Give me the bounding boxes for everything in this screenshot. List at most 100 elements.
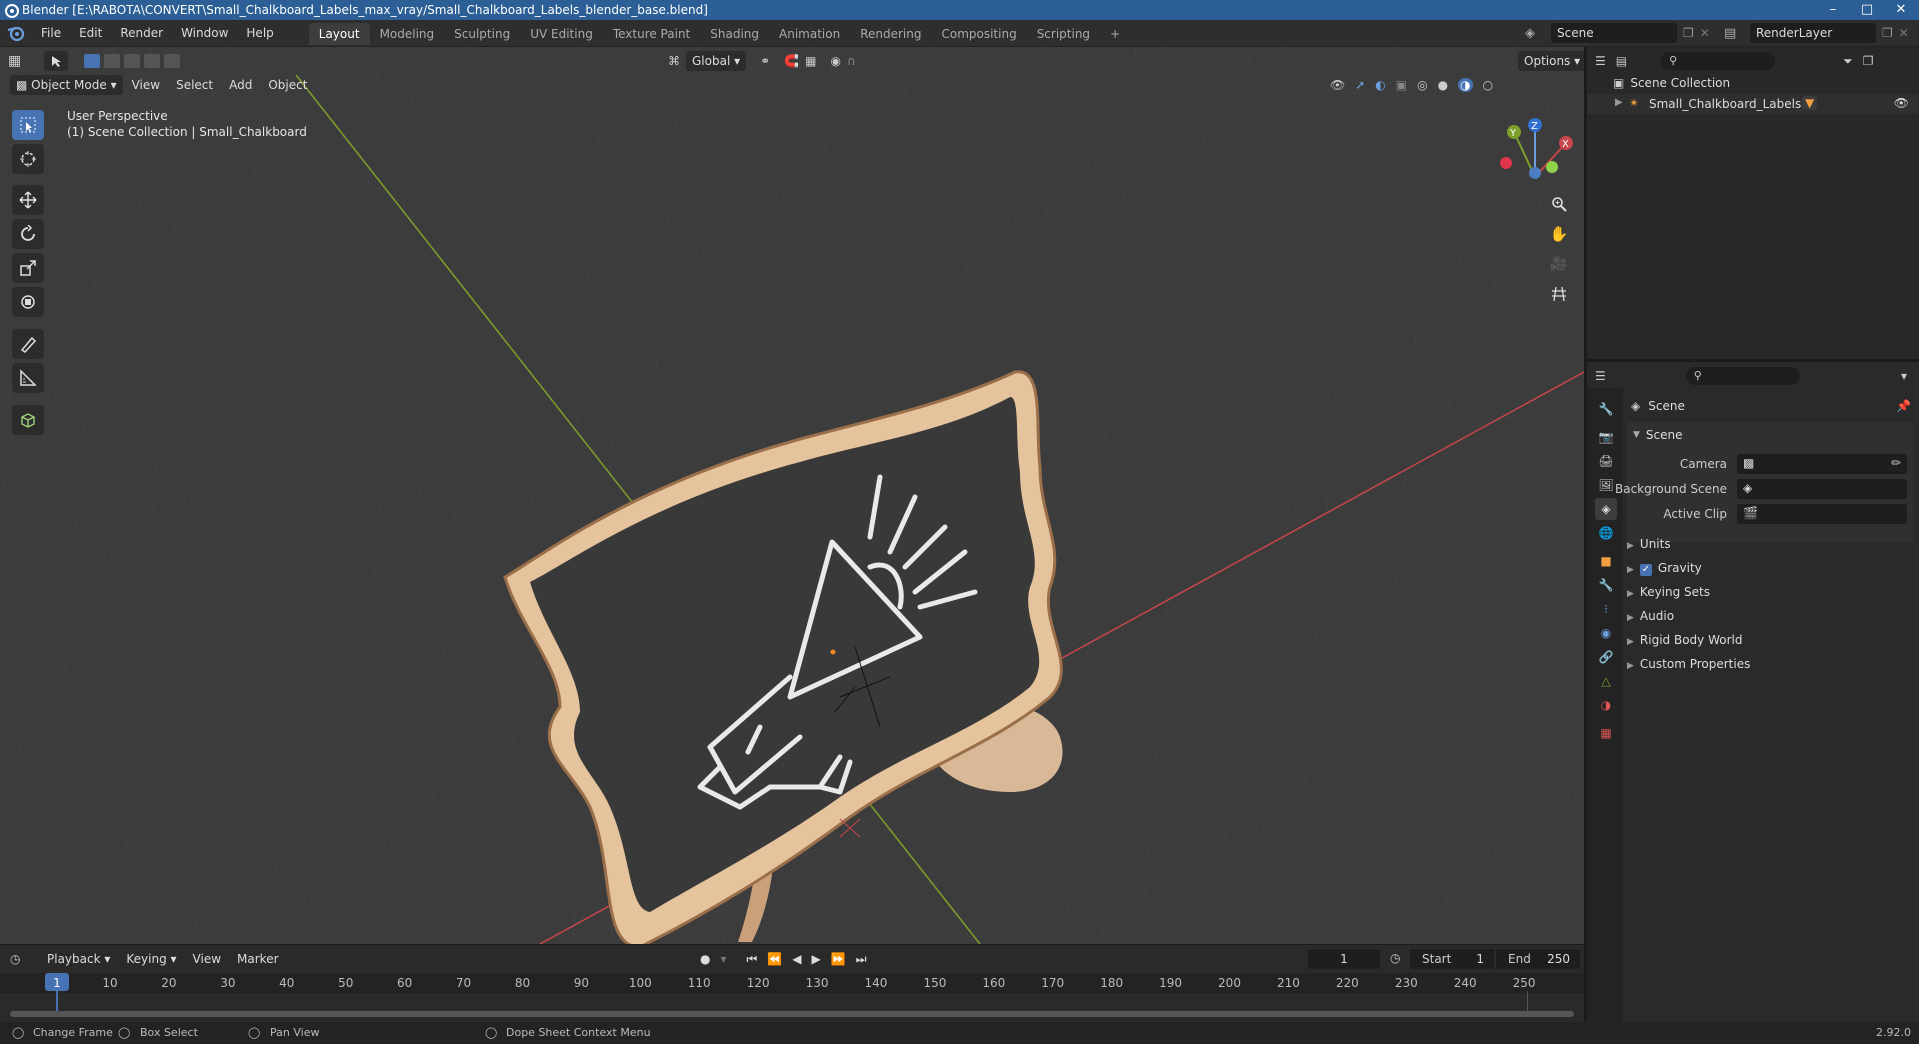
menu-select[interactable]: Select xyxy=(169,75,220,95)
xray-icon[interactable]: ▣ xyxy=(1396,78,1407,92)
outliner-row[interactable]: ▶ ✴ Small_Chalkboard_Labels ▼ 👁 xyxy=(1587,94,1919,114)
minimize-button[interactable]: – xyxy=(1818,0,1848,20)
menu-help[interactable]: Help xyxy=(237,20,282,46)
tab-output[interactable]: 🖨 xyxy=(1595,450,1617,472)
timeline-scrollbar[interactable] xyxy=(10,1011,1574,1017)
tab-world[interactable]: 🌐 xyxy=(1595,522,1617,544)
menu-view[interactable]: View xyxy=(125,75,167,95)
play-reverse-icon[interactable]: ◀ xyxy=(792,952,801,966)
overlay-toggle-icon[interactable]: ◐ xyxy=(1375,78,1385,92)
menu-marker[interactable]: Marker xyxy=(230,949,285,969)
background-scene-field[interactable]: ◈ xyxy=(1737,479,1907,499)
audio-panel[interactable]: ▶ Audio xyxy=(1627,609,1674,623)
tab-animation[interactable]: Animation xyxy=(769,23,850,45)
mode-subtract-icon[interactable] xyxy=(124,54,140,68)
menu-object[interactable]: Object xyxy=(261,75,314,95)
menu-timeline-view[interactable]: View xyxy=(186,949,228,969)
properties-options-icon[interactable]: ▾ xyxy=(1901,369,1907,383)
menu-keying[interactable]: Keying ▾ xyxy=(119,949,183,969)
tab-material[interactable]: ◑ xyxy=(1595,694,1617,716)
scene-name-field[interactable]: Scene xyxy=(1551,23,1677,43)
outliner-editor-type-icon[interactable]: ☰ xyxy=(1595,54,1606,68)
rendered-shading-icon[interactable]: ○ xyxy=(1483,78,1493,92)
expand-arrow-icon[interactable]: ▶ xyxy=(1615,97,1623,108)
mode-invert-icon[interactable] xyxy=(144,54,160,68)
pivot-point-icon[interactable]: ⚭ xyxy=(760,54,770,68)
camera-field[interactable]: ▩ ✏ xyxy=(1737,454,1907,474)
timeline-editor-type-icon[interactable]: ◷ xyxy=(10,952,38,966)
tab-shading[interactable]: Shading xyxy=(700,23,769,45)
render-layer-field[interactable]: RenderLayer xyxy=(1750,23,1876,43)
solid-shading-icon[interactable]: ● xyxy=(1438,78,1448,92)
add-cube-tool[interactable] xyxy=(12,405,44,435)
tab-rendering[interactable]: Rendering xyxy=(850,23,931,45)
tab-view-layer[interactable]: 🖼 xyxy=(1595,474,1617,496)
gravity-checkbox[interactable]: ✓ xyxy=(1639,564,1652,576)
rotate-tool[interactable] xyxy=(12,219,44,249)
tab-constraints[interactable]: 🔗 xyxy=(1595,646,1617,668)
display-mode-icon[interactable]: ▤ xyxy=(1616,54,1627,68)
pin-icon[interactable]: 📌 xyxy=(1896,399,1911,413)
menu-playback[interactable]: Playback ▾ xyxy=(40,949,117,969)
maximize-button[interactable]: □ xyxy=(1852,0,1882,20)
add-workspace-button[interactable]: + xyxy=(1100,23,1130,45)
custom-properties-panel[interactable]: ▶ Custom Properties xyxy=(1627,657,1750,671)
auto-key-options-icon[interactable]: ▾ xyxy=(720,952,726,966)
scene-selector[interactable]: ◈ Scene ❐ ✕ xyxy=(1525,23,1710,43)
select-box-tool[interactable] xyxy=(12,110,44,140)
falloff-icon[interactable]: ∩ xyxy=(847,54,856,68)
start-frame-field[interactable]: Start 1 xyxy=(1410,949,1494,969)
units-panel[interactable]: ▶ Units xyxy=(1627,537,1671,551)
measure-tool[interactable] xyxy=(12,363,44,393)
current-frame-field[interactable]: 1 xyxy=(1308,949,1380,969)
outliner-editor[interactable]: ☰ ▤ ⚲ ⏷ ❐ ▣ Scene Collection ▶ ✴ Small_C… xyxy=(1587,47,1919,359)
object-data-icon[interactable]: ▼ xyxy=(1802,96,1818,110)
material-shading-icon[interactable]: ◑ xyxy=(1458,78,1473,92)
wireframe-shading-icon[interactable]: ◎ xyxy=(1417,78,1427,92)
record-icon[interactable]: ● xyxy=(700,952,710,966)
next-keyframe-icon[interactable]: ⏩ xyxy=(831,952,846,966)
frame-ruler[interactable]: 1 10 20 30 40 50 60 70 80 90 100 110 120 130 140 150 160… xyxy=(0,973,1584,993)
keying-sets-panel[interactable]: ▶ Keying Sets xyxy=(1627,585,1710,599)
tab-layout[interactable]: Layout xyxy=(308,23,370,45)
mode-new-icon[interactable] xyxy=(84,54,100,68)
prev-keyframe-icon[interactable]: ⏪ xyxy=(767,952,782,966)
new-collection-icon[interactable]: ❐ xyxy=(1863,54,1874,68)
filter-icon[interactable]: ⏷ xyxy=(1843,54,1853,69)
visibility-icon[interactable]: 👁 xyxy=(1894,96,1909,110)
tab-physics[interactable]: ◉ xyxy=(1595,622,1617,644)
menu-add[interactable]: Add xyxy=(222,75,259,95)
mode-intersect-icon[interactable] xyxy=(164,54,180,68)
tab-texture[interactable]: ▦ xyxy=(1595,722,1617,744)
tab-modeling[interactable]: Modeling xyxy=(370,23,445,45)
tab-data[interactable]: △ xyxy=(1595,670,1617,692)
mode-extend-icon[interactable] xyxy=(104,54,120,68)
new-layer-icon[interactable]: ❐ xyxy=(1882,26,1893,40)
visibility-eye-icon[interactable]: 👁 xyxy=(1330,78,1345,92)
properties-editor-type-icon[interactable]: ☰ xyxy=(1595,369,1606,383)
selection-mode-group[interactable] xyxy=(84,54,180,68)
menu-window[interactable]: Window xyxy=(172,20,237,46)
zoom-button[interactable] xyxy=(1546,191,1572,217)
snap-icon[interactable]: 🧲 xyxy=(784,54,799,68)
camera-view-button[interactable]: 🎥 xyxy=(1546,251,1572,277)
delete-layer-icon[interactable]: ✕ xyxy=(1899,26,1909,40)
active-clip-field[interactable]: 🎬 xyxy=(1737,504,1907,524)
tab-modifiers[interactable]: 🔧 xyxy=(1595,574,1617,596)
new-scene-icon[interactable]: ❐ xyxy=(1683,26,1694,40)
end-frame-field[interactable]: End 250 xyxy=(1496,949,1580,969)
outliner-scene-collection[interactable]: ▣ Scene Collection xyxy=(1613,73,1730,93)
annotate-tool[interactable] xyxy=(12,329,44,359)
gizmo-toggle-icon[interactable]: ➚ xyxy=(1355,78,1365,92)
menu-edit[interactable]: Edit xyxy=(70,20,111,46)
tab-tool[interactable]: 🔧 xyxy=(1595,398,1617,420)
scale-tool[interactable] xyxy=(12,253,44,283)
scene-panel-header[interactable]: ▼ Scene xyxy=(1633,425,1683,445)
move-tool[interactable] xyxy=(12,185,44,215)
object-mode-dropdown[interactable]: ▩ Object Mode ▾ xyxy=(10,75,123,95)
gravity-panel[interactable]: ▶ ✓ Gravity xyxy=(1627,561,1702,576)
3d-viewport[interactable]: Z X Y ▦ ⌘ Global ▾ ⚭ 🧲 ▦ ◉ ∩ Options ▾ ▩… xyxy=(0,47,1584,944)
tab-particles[interactable]: ⁝ xyxy=(1595,598,1617,620)
jump-start-icon[interactable]: ⏮ xyxy=(747,952,758,967)
snap-target-icon[interactable]: ▦ xyxy=(805,54,816,68)
